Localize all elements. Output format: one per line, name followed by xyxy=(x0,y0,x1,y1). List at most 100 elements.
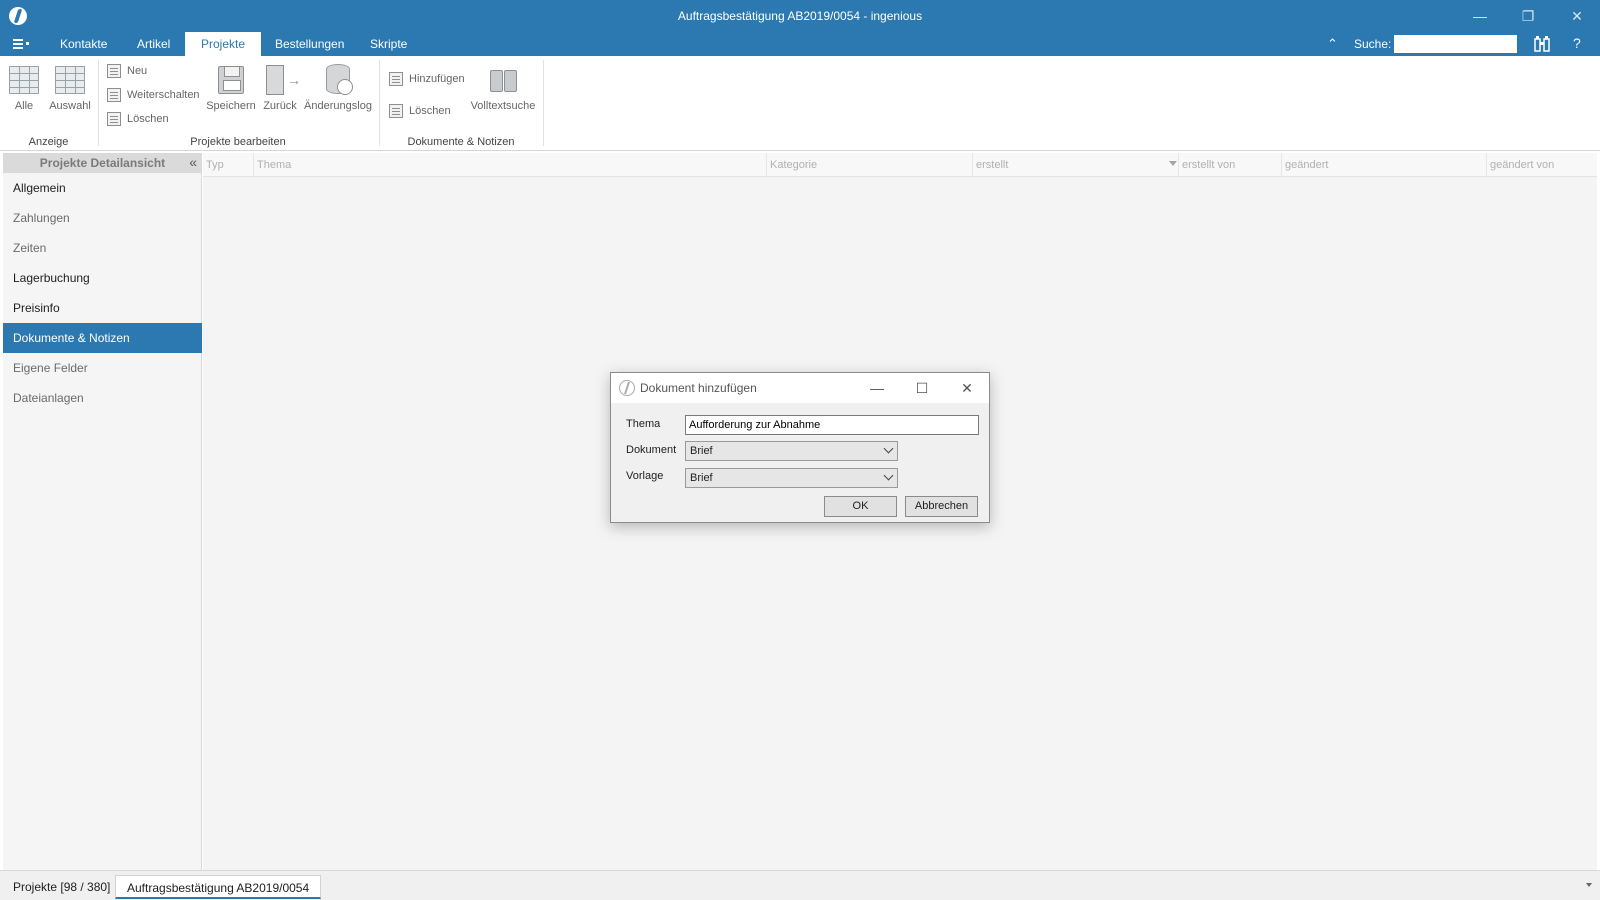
tab-overflow-icon[interactable] xyxy=(1586,883,1592,887)
sidebar-item-zeiten[interactable]: Zeiten xyxy=(3,233,202,263)
chevron-down-icon xyxy=(883,470,894,481)
zurueck-label: Zurück xyxy=(263,100,297,112)
restore-icon[interactable]: ❐ xyxy=(1505,0,1551,32)
collapse-ribbon-icon[interactable]: ⌃ xyxy=(1327,36,1338,52)
dokument-label: Dokument xyxy=(626,444,677,456)
document-tab-bar: Projekte [98 / 380] Auftragsbestätigung … xyxy=(0,870,1600,900)
hinzufuegen-button[interactable]: Hinzufügen xyxy=(389,70,465,88)
binoculars-icon xyxy=(488,64,518,92)
binoculars-icon[interactable] xyxy=(1532,34,1552,54)
sidebar-item-eigene-felder[interactable]: Eigene Felder xyxy=(3,353,202,383)
column-header-erstellt-von[interactable]: erstellt von xyxy=(1179,153,1282,177)
close-icon[interactable]: ✕ xyxy=(1554,0,1600,32)
zurueck-button[interactable]: Zurück xyxy=(262,60,301,116)
sidebar-title: Projekte Detailansicht xyxy=(3,153,202,173)
column-header-geaendert[interactable]: geändert xyxy=(1282,153,1487,177)
sidebar-item-zahlungen[interactable]: Zahlungen xyxy=(3,203,202,233)
sidebar-item-dateianlagen[interactable]: Dateianlagen xyxy=(3,383,202,413)
sidebar-item-preisinfo[interactable]: Preisinfo xyxy=(3,293,202,323)
cancel-button[interactable]: Abbrechen xyxy=(905,496,978,517)
grid-header: Typ Thema Kategorie erstellt erstellt vo… xyxy=(203,153,1597,177)
vorlage-label: Vorlage xyxy=(626,470,664,482)
group-label-dokumente: Dokumente & Notizen xyxy=(407,136,515,148)
column-header-thema[interactable]: Thema xyxy=(254,153,767,177)
thema-label: Thema xyxy=(626,418,661,430)
window-title: Auftragsbestätigung AB2019/0054 - ingeni… xyxy=(677,9,923,23)
collapse-sidebar-icon[interactable]: « xyxy=(189,153,197,171)
volltextsuche-button[interactable]: Volltextsuche xyxy=(468,60,538,116)
minimize-icon[interactable]: — xyxy=(1457,0,1503,32)
forward-document-icon xyxy=(107,88,121,102)
ribbon-separator xyxy=(379,60,380,146)
vorlage-select[interactable]: Brief xyxy=(685,468,898,488)
neu-button[interactable]: Neu xyxy=(107,62,147,80)
add-document-icon xyxy=(389,72,403,86)
tab-projekte-liste[interactable]: Projekte [98 / 380] xyxy=(2,875,121,899)
tab-bestellungen[interactable]: Bestellungen xyxy=(259,32,360,56)
vorlage-select-value: Brief xyxy=(690,472,713,484)
dialog-title-bar: Dokument hinzufügen — ☐ ✕ xyxy=(611,373,989,403)
weiterschalten-button[interactable]: Weiterschalten xyxy=(107,86,200,104)
detail-sidebar: Projekte Detailansicht « Allgemein Zahlu… xyxy=(3,153,202,870)
tab-artikel[interactable]: Artikel xyxy=(121,32,186,56)
weiterschalten-label: Weiterschalten xyxy=(127,89,200,101)
ribbon-separator xyxy=(543,60,544,146)
app-logo-icon xyxy=(619,380,635,396)
speichern-label: Speichern xyxy=(206,100,256,112)
database-clock-icon xyxy=(326,64,353,95)
maximize-icon[interactable]: ☐ xyxy=(900,373,944,403)
add-document-dialog: Dokument hinzufügen — ☐ ✕ Thema Dokument… xyxy=(610,372,990,523)
column-header-erstellt[interactable]: erstellt xyxy=(973,153,1179,177)
alle-button[interactable]: Alle xyxy=(6,60,42,116)
thema-input[interactable] xyxy=(685,415,979,435)
sidebar-item-lagerbuchung[interactable]: Lagerbuchung xyxy=(3,263,202,293)
ribbon-tab-bar: Kontakte Artikel Projekte Bestellungen S… xyxy=(0,32,1600,56)
group-label-anzeige: Anzeige xyxy=(28,136,69,148)
search-input[interactable] xyxy=(1394,35,1517,53)
delete-document-icon xyxy=(107,112,121,126)
search-label: Suche: xyxy=(1354,37,1392,51)
column-header-kategorie[interactable]: Kategorie xyxy=(767,153,973,177)
neu-label: Neu xyxy=(127,65,148,77)
speichern-button[interactable]: Speichern xyxy=(206,60,256,116)
loeschen-button[interactable]: Löschen xyxy=(107,110,169,128)
tab-projekte[interactable]: Projekte xyxy=(185,32,262,56)
loeschen-dokument-button[interactable]: Löschen xyxy=(389,102,451,120)
table-selection-icon xyxy=(55,66,85,94)
group-label-bearbeiten: Projekte bearbeiten xyxy=(190,136,286,148)
close-icon[interactable]: ✕ xyxy=(945,373,989,403)
sort-descending-icon xyxy=(1169,161,1177,166)
volltextsuche-label: Volltextsuche xyxy=(470,100,536,112)
auswahl-button[interactable]: Auswahl xyxy=(48,60,92,116)
column-header-geaendert-von[interactable]: geändert von xyxy=(1487,153,1597,177)
tab-auftragsbestaetigung[interactable]: Auftragsbestätigung AB2019/0054 xyxy=(115,875,322,899)
exit-door-icon xyxy=(266,65,301,95)
chevron-down-icon xyxy=(883,443,894,454)
tab-skripte[interactable]: Skripte xyxy=(354,32,423,56)
loeschen-dokument-label: Löschen xyxy=(409,105,451,117)
ok-button[interactable]: OK xyxy=(824,496,897,517)
dialog-title: Dokument hinzufügen xyxy=(640,381,757,395)
ribbon: Alle Auswahl Anzeige Neu Weiterschalten … xyxy=(0,56,1600,151)
dokument-select[interactable]: Brief xyxy=(685,441,898,461)
tab-kontakte[interactable]: Kontakte xyxy=(44,32,123,56)
sidebar-item-dokumente-notizen[interactable]: Dokumente & Notizen xyxy=(3,323,202,353)
alle-label: Alle xyxy=(14,100,34,112)
table-icon xyxy=(9,66,39,94)
save-icon xyxy=(218,66,244,94)
column-header-typ[interactable]: Typ xyxy=(203,153,254,177)
sidebar-item-allgemein[interactable]: Allgemein xyxy=(3,173,202,203)
auswahl-label: Auswahl xyxy=(49,100,91,112)
hinzufuegen-label: Hinzufügen xyxy=(409,73,465,85)
new-document-icon xyxy=(107,64,121,78)
title-bar: Auftragsbestätigung AB2019/0054 - ingeni… xyxy=(0,0,1600,32)
app-menu-icon[interactable] xyxy=(10,37,32,51)
aenderungslog-button[interactable]: Änderungslog xyxy=(304,60,372,116)
dokument-select-value: Brief xyxy=(690,445,713,457)
loeschen-label: Löschen xyxy=(127,113,169,125)
ribbon-separator xyxy=(98,60,99,146)
aenderungslog-label: Änderungslog xyxy=(304,100,372,112)
help-icon[interactable]: ? xyxy=(1573,35,1581,51)
delete-document-icon xyxy=(389,104,403,118)
minimize-icon[interactable]: — xyxy=(855,373,899,403)
